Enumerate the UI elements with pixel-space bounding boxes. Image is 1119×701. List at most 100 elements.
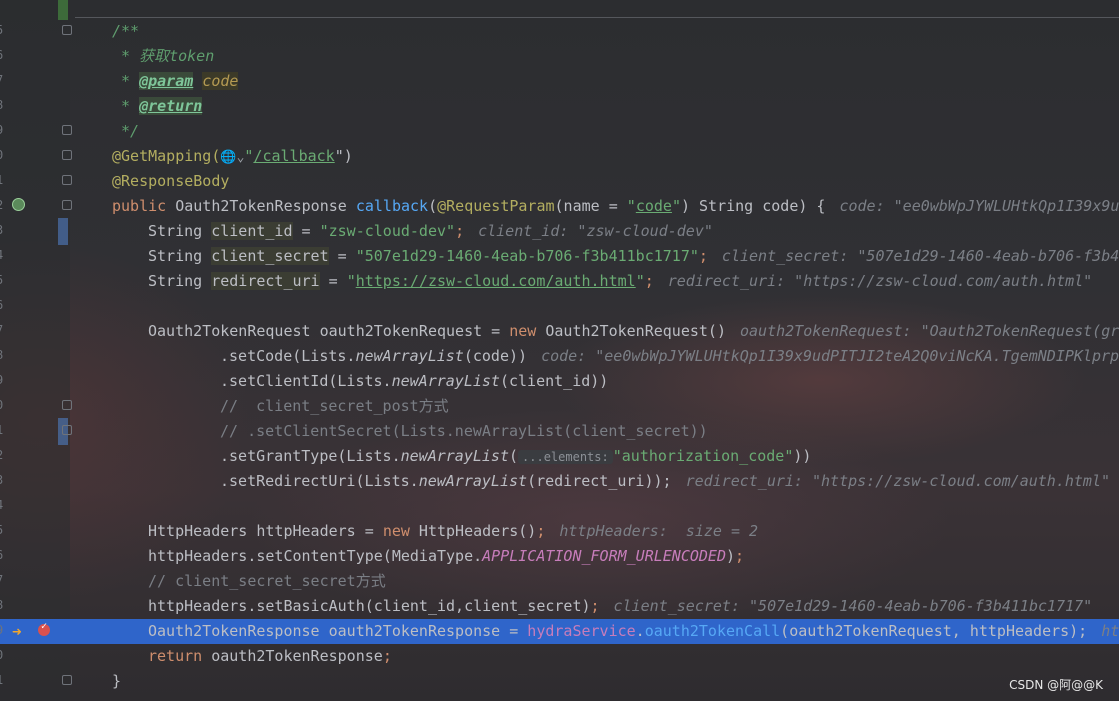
code-line[interactable]: 6	[0, 294, 1119, 319]
code-text: Oauth2TokenRequest()	[536, 322, 726, 340]
execution-point-arrow-icon: ➜	[12, 622, 22, 641]
code-line[interactable]: 2 .setGrantType(Lists.newArrayList(...el…	[0, 444, 1119, 469]
code-line[interactable]: 9 .setClientId(Lists.newArrayList(client…	[0, 369, 1119, 394]
semicolon: ;	[455, 222, 465, 240]
code-line[interactable]: 4 String client_secret = "507e1d29-1460-…	[0, 244, 1119, 269]
code-line[interactable]: 1 }	[0, 669, 1119, 694]
code-line[interactable]: 7 // client_secret_secret方式	[0, 569, 1119, 594]
code-text: =	[319, 272, 347, 290]
code-line[interactable]: 6 * 获取token	[0, 44, 1119, 69]
code-line[interactable]: 0 return oauth2TokenResponse;	[0, 644, 1119, 669]
code-line[interactable]: 5 String redirect_uri = "https://zsw-clo…	[0, 269, 1119, 294]
fold-icon[interactable]	[62, 125, 72, 135]
line-number: 2	[0, 448, 6, 462]
line-number: 8	[0, 348, 6, 362]
keyword: public	[112, 197, 167, 215]
code-text: (name =	[554, 197, 627, 215]
line-number: 6	[0, 548, 6, 562]
code-text: .setCode(Lists.	[220, 347, 356, 365]
code-line[interactable]: 0 @GetMapping(🌐⌄"/callback")	[0, 144, 1119, 169]
keyword: new	[382, 522, 410, 540]
line-number: 5	[0, 273, 6, 287]
code-text: (	[509, 447, 519, 465]
line-number: 8	[0, 598, 6, 612]
code-text: httpHeaders.setContentType(MediaType.	[148, 547, 483, 565]
code-line[interactable]: 8 .setCode(Lists.newArrayList(code)) code…	[0, 344, 1119, 369]
code-line[interactable]: 6 httpHeaders.setContentType(MediaType.A…	[0, 544, 1119, 569]
code-text: .setGrantType(Lists.	[220, 447, 401, 465]
line-number: 0	[0, 648, 6, 662]
string-quote: "	[346, 272, 356, 290]
inline-debug-hint: oauth2TokenRequest: "Oauth2TokenRequest(…	[739, 322, 1119, 340]
string-link[interactable]: code	[636, 197, 672, 215]
code-line[interactable]: 3 .setRedirectUri(Lists.newArrayList(red…	[0, 469, 1119, 494]
fold-icon[interactable]	[62, 175, 72, 185]
method-call: newArrayList	[391, 372, 500, 390]
method-call: newArrayList	[355, 347, 464, 365]
line-number: 6	[0, 298, 6, 312]
url-link[interactable]: https://zsw-cloud.com/auth.html	[356, 272, 636, 290]
variable: client_id	[211, 222, 293, 240]
code-line[interactable]: 7 * @param code	[0, 69, 1119, 94]
code-line[interactable]: 5 HttpHeaders httpHeaders = new HttpHead…	[0, 519, 1119, 544]
code-line[interactable]: 5 /**	[0, 19, 1119, 44]
line-number: 3	[0, 223, 6, 237]
fold-icon[interactable]	[62, 425, 72, 435]
code-text: (oauth2TokenRequest, httpHeaders);	[780, 622, 1088, 640]
semicolon: ;	[536, 522, 546, 540]
type-name: Oauth2TokenResponse	[166, 197, 356, 215]
line-number: 0	[0, 148, 6, 162]
current-execution-line[interactable]: 9 ➜ ✓ Oauth2TokenResponse oauth2TokenRes…	[0, 619, 1119, 644]
keyword: new	[509, 322, 537, 340]
fold-icon[interactable]	[62, 400, 72, 410]
line-number: 0	[0, 398, 6, 412]
code-line[interactable]: 0 // client_secret_post方式	[0, 394, 1119, 419]
doc-return-tag: @return	[139, 97, 203, 115]
string-quote: "	[626, 197, 636, 215]
globe-icon[interactable]: 🌐	[220, 150, 236, 165]
line-number: 6	[0, 48, 6, 62]
line-number: 9	[0, 623, 6, 637]
code-line[interactable]: 3 String client_id = "zsw-cloud-dev"; cli…	[0, 219, 1119, 244]
semicolon: ;	[735, 547, 745, 565]
vcs-change-marker	[58, 0, 68, 20]
paren: (	[428, 197, 438, 215]
code-text: .setRedirectUri(Lists.	[220, 472, 419, 490]
code-line[interactable]: 2 public Oauth2TokenResponse callback(@R…	[0, 194, 1119, 219]
fold-icon[interactable]	[62, 200, 72, 210]
method-call: newArrayList	[400, 447, 509, 465]
line-number: 1	[0, 673, 6, 687]
constant: APPLICATION_FORM_URLENCODED	[482, 547, 726, 565]
doc-prefix: *	[112, 97, 140, 115]
code-line[interactable]: 4	[0, 494, 1119, 519]
code-text: =	[292, 222, 320, 240]
code-line[interactable]: 8 * @return	[0, 94, 1119, 119]
doc-text: 获取token	[139, 47, 215, 65]
variable: client_secret	[211, 247, 329, 265]
code-text: Oauth2TokenRequest oauth2TokenRequest =	[148, 322, 510, 340]
fold-icon[interactable]	[62, 25, 72, 35]
annotation: @ResponseBody	[112, 172, 230, 190]
fold-icon[interactable]	[62, 675, 72, 685]
fold-icon[interactable]	[62, 150, 72, 160]
code-text: HttpHeaders httpHeaders =	[148, 522, 383, 540]
code-text: .setClientId(Lists.	[220, 372, 392, 390]
keyword: return	[148, 647, 203, 665]
code-line[interactable]: 1 @ResponseBody	[0, 169, 1119, 194]
code-text: oauth2TokenResponse	[202, 647, 383, 665]
annotation: @RequestParam	[437, 197, 555, 215]
code-line[interactable]: 1 // .setClientSecret(Lists.newArrayList…	[0, 419, 1119, 444]
code-text: ))	[793, 447, 812, 465]
code-text: (client_id))	[499, 372, 609, 390]
line-number: 5	[0, 523, 6, 537]
code-text: Oauth2TokenResponse oauth2TokenResponse …	[148, 622, 528, 640]
method-call: oauth2TokenCall	[644, 622, 781, 640]
code-line[interactable]: 7 Oauth2TokenRequest oauth2TokenRequest …	[0, 319, 1119, 344]
code-line[interactable]: 8 httpHeaders.setBasicAuth(client_id,cli…	[0, 594, 1119, 619]
mapping-path-link[interactable]: /callback	[253, 147, 334, 165]
watermark: CSDN @阿@@K	[1009, 678, 1103, 692]
code-line[interactable]: 9 */	[0, 119, 1119, 144]
field-reference: hydraService	[527, 622, 636, 640]
web-endpoint-icon[interactable]	[12, 198, 25, 211]
line-number: 1	[0, 173, 6, 187]
